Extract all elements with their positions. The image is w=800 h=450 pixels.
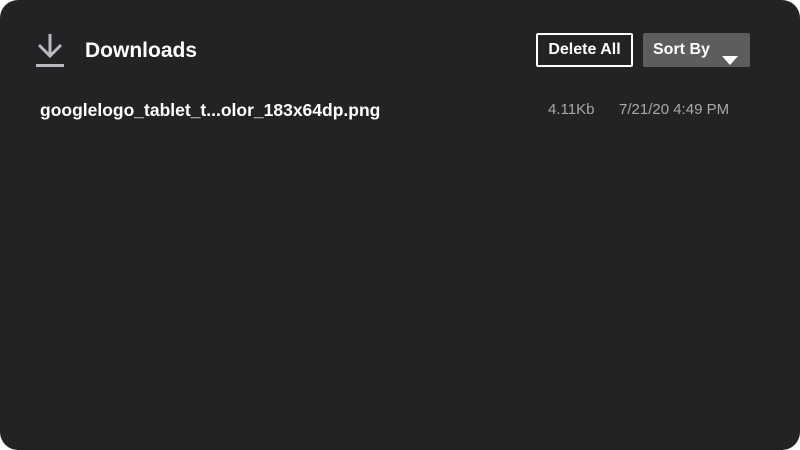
- download-file-size: 4.11Kb: [548, 101, 595, 118]
- sort-by-label: Sort By: [653, 41, 710, 58]
- download-icon: [36, 34, 64, 68]
- downloads-panel: Downloads Delete All Sort By googlelogo_…: [0, 0, 800, 450]
- sort-by-button[interactable]: Sort By: [643, 33, 750, 67]
- download-file-name[interactable]: googlelogo_tablet_t...olor_183x64dp.png: [40, 99, 380, 121]
- download-date: 7/21/20 4:49 PM: [619, 101, 730, 118]
- downloads-header: Downloads Delete All Sort By: [0, 0, 800, 100]
- page-title: Downloads: [85, 39, 198, 62]
- delete-all-button[interactable]: Delete All: [536, 33, 633, 67]
- download-item[interactable]: googlelogo_tablet_t...olor_183x64dp.png …: [0, 92, 800, 128]
- caret-down-icon: [722, 45, 738, 65]
